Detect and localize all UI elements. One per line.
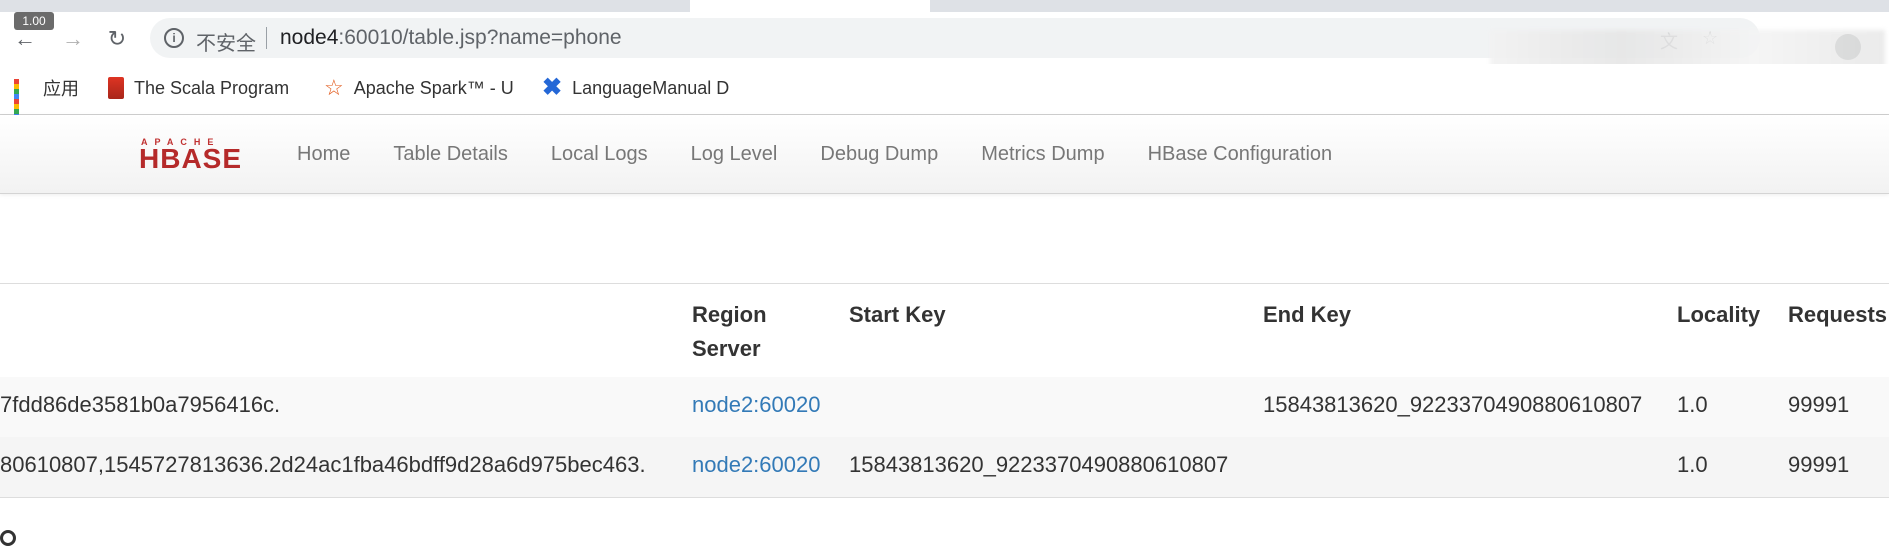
reload-icon[interactable]: ↻: [104, 26, 130, 52]
header-end-key: End Key: [1263, 302, 1352, 327]
header-start-key: Start Key: [849, 302, 946, 327]
url-text[interactable]: node4:60010/table.jsp?name=phone: [280, 26, 622, 50]
forward-icon[interactable]: →: [60, 26, 86, 52]
bookmark-label: LanguageManual D: [572, 77, 730, 98]
nav-local-logs[interactable]: Local Logs: [551, 143, 648, 166]
bookmarks-bar: 应用 The Scala Program ☆ Apache Spark™ - U…: [0, 64, 1889, 124]
bookmark-label: Apache Spark™ - U: [353, 77, 514, 98]
cell-region-name: 80610807,1545727813636.2d24ac1fba46bdff9…: [0, 452, 646, 477]
nav-hbase-configuration[interactable]: HBase Configuration: [1148, 143, 1333, 166]
bookmark-label: The Scala Program: [134, 77, 290, 98]
bookmark-confluence[interactable]: ✖ LanguageManual D: [542, 76, 729, 100]
bookmark-label: 应用: [43, 79, 79, 99]
url-host: node4: [280, 26, 339, 49]
header-region-server-line1: Region: [692, 302, 767, 327]
cell-requests: 99991: [1788, 392, 1850, 417]
scala-icon: [108, 77, 124, 99]
confluence-icon: ✖: [542, 74, 563, 101]
header-locality: Locality: [1677, 302, 1761, 327]
hbase-logo[interactable]: APACHE HBASE: [139, 137, 257, 173]
url-path: :60010/table.jsp?name=phone: [338, 26, 622, 49]
cell-start-key: 15843813620_9223370490880610807: [849, 452, 1229, 477]
cell-locality: 1.0: [1677, 452, 1708, 477]
bookmark-spark[interactable]: ☆ Apache Spark™ - U: [324, 76, 514, 100]
bottom-partial-icon: [0, 530, 16, 546]
hbase-navbar: APACHE HBASE Home Table Details Local Lo…: [0, 115, 1889, 194]
table-header: Region Server Start Key End Key Locality…: [0, 283, 1889, 379]
cell-region-server-link[interactable]: node2:60020: [692, 392, 820, 418]
nav-home[interactable]: Home: [297, 143, 350, 166]
tab-strip: [0, 0, 1889, 12]
nav-table-details[interactable]: Table Details: [393, 143, 508, 166]
nav-metrics-dump[interactable]: Metrics Dump: [981, 143, 1104, 166]
table-row: 80610807,1545727813636.2d24ac1fba46bdff9…: [0, 437, 1889, 498]
insecure-label: 不安全: [196, 33, 256, 55]
header-requests: Requests: [1788, 302, 1888, 327]
cell-region-name: 7fdd86de3581b0a7956416c.: [0, 392, 281, 417]
zoom-badge: 1.00: [14, 12, 54, 30]
table-row: 7fdd86de3581b0a7956416c. node2:60020 158…: [0, 377, 1889, 438]
spark-icon: ☆: [324, 75, 344, 100]
omnibox-divider: [266, 27, 267, 49]
active-tab[interactable]: [690, 0, 930, 12]
cell-region-server-link[interactable]: node2:60020: [692, 452, 820, 478]
cell-locality: 1.0: [1677, 392, 1708, 417]
bookmark-apps[interactable]: 应用: [14, 76, 79, 124]
apps-icon: [14, 78, 33, 124]
nav-debug-dump[interactable]: Debug Dump: [820, 143, 938, 166]
nav-links: Home Table Details Local Logs Log Level …: [297, 143, 1375, 166]
nav-log-level[interactable]: Log Level: [691, 143, 778, 166]
cell-requests: 99991: [1788, 452, 1850, 477]
bookmark-scala[interactable]: The Scala Program: [108, 76, 289, 100]
header-region-server-line2: Server: [692, 336, 761, 361]
header-region-server: Region Server: [692, 298, 767, 366]
logo-hbase-text: HBASE: [139, 143, 243, 174]
cell-end-key: 15843813620_9223370490880610807: [1263, 392, 1643, 417]
info-icon[interactable]: i: [164, 28, 184, 48]
